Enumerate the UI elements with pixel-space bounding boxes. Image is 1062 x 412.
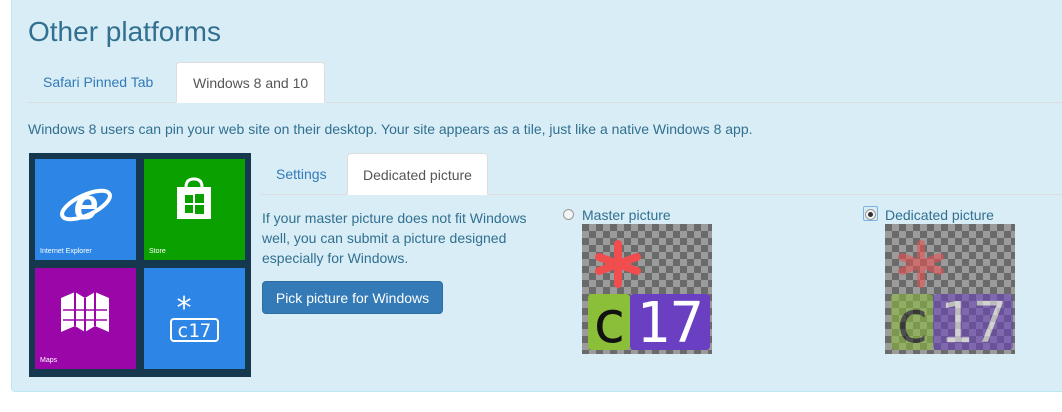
tab-safari-pinned-tab[interactable]: Safari Pinned Tab <box>27 62 169 102</box>
master-picture-label[interactable]: Master picture <box>582 207 671 223</box>
logo-letter: c <box>592 288 627 354</box>
master-picture-radio[interactable] <box>563 209 574 220</box>
internet-explorer-icon: e <box>60 181 112 229</box>
store-icon <box>177 177 211 219</box>
logo-letter: c <box>895 288 930 354</box>
dedicated-picture-preview: c 17 <box>885 224 1015 354</box>
c17-logo-icon: c 17 <box>891 240 1013 354</box>
logo-number: 17 <box>939 291 1006 354</box>
windows-tiles-preview: e Internet Explorer Store Maps * c17 <box>29 153 251 377</box>
dedicated-picture-help: If your master picture does not fit Wind… <box>262 210 527 266</box>
tile-label: Internet Explorer <box>40 248 92 255</box>
tab-settings[interactable]: Settings <box>261 153 342 194</box>
logo-star-icon <box>595 240 641 288</box>
pick-picture-button[interactable]: Pick picture for Windows <box>262 281 443 314</box>
windows-settings-tabs: Settings Dedicated picture <box>261 153 1062 195</box>
logo-star-icon <box>898 240 944 288</box>
tile-c17: * c17 <box>144 268 245 369</box>
tile-c17-text: c17 <box>177 320 211 342</box>
logo-number: 17 <box>636 291 703 354</box>
tab-dedicated-picture[interactable]: Dedicated picture <box>347 153 488 195</box>
tile-label: Maps <box>40 357 58 364</box>
maps-icon <box>61 292 109 332</box>
tile-store: Store <box>144 159 245 260</box>
svg-text:e: e <box>74 181 98 229</box>
master-picture-preview: c 17 <box>582 224 712 354</box>
section-title: Other platforms <box>28 16 221 47</box>
dedicated-picture-radio[interactable] <box>865 209 876 220</box>
dedicated-picture-label[interactable]: Dedicated picture <box>885 207 994 223</box>
tab-windows-8-and-10[interactable]: Windows 8 and 10 <box>176 62 326 103</box>
c17-logo-icon: * c17 <box>170 294 219 342</box>
c17-logo-icon: c 17 <box>588 240 710 354</box>
windows-description: Windows 8 users can pin your web site on… <box>28 121 753 137</box>
tile-maps: Maps <box>35 268 136 369</box>
platform-tabs: Safari Pinned Tab Windows 8 and 10 <box>27 62 1062 103</box>
tile-internet-explorer: e Internet Explorer <box>35 159 136 260</box>
tile-label: Store <box>149 248 166 255</box>
other-platforms-panel: Other platforms Safari Pinned Tab Window… <box>11 0 1062 392</box>
